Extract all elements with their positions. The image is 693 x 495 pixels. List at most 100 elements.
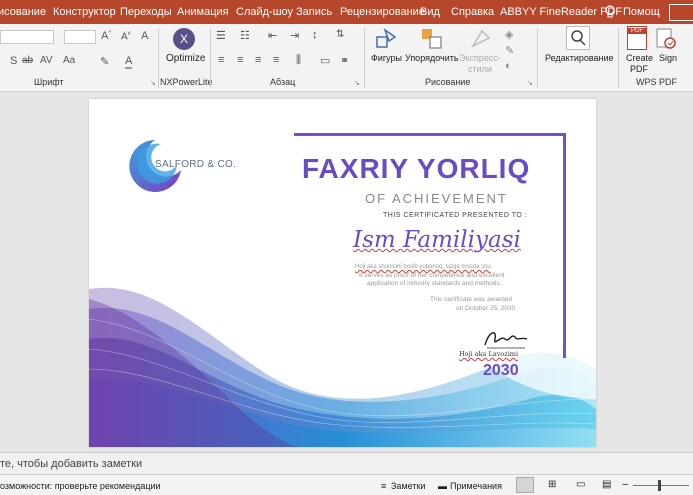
numbering-icon[interactable]: ☷: [240, 29, 250, 42]
shape-outline-icon[interactable]: ✎: [505, 44, 514, 57]
tab-transitions[interactable]: Переходы: [120, 6, 172, 18]
editing-button-frame[interactable]: [566, 26, 590, 50]
awarded-line-2: on October 25, 2030: [456, 305, 516, 312]
tell-me-input[interactable]: Помощ: [623, 6, 660, 18]
status-bar: озможности: проверьте рекомендации ≡ Зам…: [0, 474, 693, 495]
sign-icon: [656, 28, 676, 49]
clear-format-icon[interactable]: A: [141, 30, 148, 42]
divider: [158, 28, 159, 88]
font-group-label: Шрифт: [34, 77, 64, 87]
comments-icon: ▬: [438, 481, 447, 491]
shape-fill-icon[interactable]: ◈: [505, 28, 513, 41]
body-line-1: Hoji aka shunisini bosib yuborinq, sizga…: [355, 264, 491, 270]
certificate-subtitle: OF ACHIEVEMENT: [365, 191, 508, 206]
tab-view[interactable]: Вид: [420, 6, 440, 18]
drawing-dialog-launcher-icon[interactable]: ↘: [527, 79, 533, 87]
slide-editing-area[interactable]: SALFORD & CO. FAXRIY YORLIQ OF ACHIEVEME…: [0, 92, 693, 452]
notes-toggle-button[interactable]: Заметки: [391, 481, 425, 491]
divider: [364, 28, 365, 88]
tab-review[interactable]: Рецензирование: [340, 6, 425, 18]
body-line-3: application of industry standards and me…: [367, 280, 502, 287]
optimize-button[interactable]: Optimize: [166, 53, 205, 64]
text-direction-icon[interactable]: ⇅: [336, 29, 344, 40]
decrease-font-icon[interactable]: Av: [121, 31, 131, 42]
signature-image: [484, 332, 528, 349]
reading-view-icon[interactable]: ▭: [576, 479, 585, 490]
company-name: SALFORD & CO.: [155, 159, 237, 170]
accessibility-status[interactable]: озможности: проверьте рекомендации: [0, 481, 161, 491]
bullets-icon[interactable]: ☰: [216, 29, 226, 42]
body-line-2: It serves as proof of her competence and…: [359, 272, 505, 279]
zoom-slider[interactable]: [633, 485, 689, 486]
notes-status-icon: ≡: [381, 481, 387, 491]
shape-effects-icon[interactable]: ◐: [505, 60, 512, 72]
zoom-out-icon[interactable]: −: [622, 479, 628, 491]
tab-animations[interactable]: Анимация: [177, 6, 229, 18]
drawing-group-label: Рисование: [425, 77, 471, 87]
zoom-slider-thumb[interactable]: [658, 480, 661, 491]
signer-name: Hoji aka Lavozimi: [459, 350, 519, 358]
lightbulb-icon[interactable]: [604, 5, 616, 19]
tab-help[interactable]: Справка: [451, 6, 494, 18]
strikethrough-s-icon[interactable]: S: [10, 55, 17, 67]
presented-to-label: THIS CERTIFICATED PRESENTED TO :: [383, 212, 528, 219]
tab-design[interactable]: Конструктор: [53, 6, 116, 18]
smartart-icon[interactable]: ⚭: [340, 54, 349, 67]
columns-icon[interactable]: ⫼: [296, 54, 301, 67]
create-pdf-icon: PDF: [627, 26, 647, 50]
font-color-icon[interactable]: A: [125, 55, 133, 69]
optimize-icon: X: [173, 28, 195, 50]
paragraph-dialog-launcher-icon[interactable]: ↘: [354, 79, 360, 87]
awarded-line-1: This certificate was awarded: [430, 296, 513, 303]
certificate-year: 2030: [483, 362, 519, 379]
notes-placeholder: те, чтобы добавить заметки: [0, 458, 143, 470]
tab-slideshow[interactable]: Слайд-шоу: [236, 6, 293, 18]
justify-icon[interactable]: ≡: [273, 54, 279, 66]
increase-indent-icon[interactable]: ⇥: [290, 29, 299, 42]
paragraph-group-label: Абзац: [270, 77, 296, 87]
font-size-select[interactable]: [64, 30, 96, 44]
certificate-title: FAXRIY YORLIQ: [302, 153, 531, 184]
arrange-button[interactable]: Упорядочить: [405, 53, 459, 63]
slide-certificate[interactable]: SALFORD & CO. FAXRIY YORLIQ OF ACHIEVEME…: [89, 99, 596, 447]
align-right-icon[interactable]: ≡: [255, 54, 261, 66]
ribbon-tab-bar: исование Конструктор Переходы Анимация С…: [0, 0, 693, 24]
comments-toggle-button[interactable]: Примечания: [450, 481, 502, 491]
svg-text:X: X: [180, 32, 188, 46]
quick-styles-button[interactable]: Экспресс-: [459, 53, 501, 63]
quick-styles-icon: [471, 29, 491, 48]
highlight-icon[interactable]: ✎: [100, 55, 109, 68]
char-spacing-icon[interactable]: AV: [40, 55, 53, 66]
align-text-icon[interactable]: ▭: [320, 54, 330, 67]
slideshow-view-icon[interactable]: ▤: [602, 479, 611, 490]
share-button[interactable]: [669, 4, 693, 21]
create-pdf-button[interactable]: Create: [626, 53, 653, 63]
divider: [537, 28, 538, 88]
recipient-name: Ism Familiyasi: [353, 227, 521, 253]
tab-record[interactable]: Запись: [296, 6, 332, 18]
line-spacing-icon[interactable]: ↕: [312, 29, 318, 41]
font-name-select[interactable]: [0, 30, 54, 44]
align-center-icon[interactable]: ≡: [237, 54, 243, 66]
nxpowerlite-group-label: NXPowerLite: [160, 77, 213, 87]
increase-font-icon[interactable]: A^: [101, 30, 111, 42]
strikethrough-icon[interactable]: ab: [22, 55, 33, 66]
slide-sorter-view-icon[interactable]: ⊞: [548, 479, 556, 490]
tab-drawing[interactable]: исование: [0, 6, 46, 18]
ribbon: A^ Av A S ab AV Aa ✎ A Шрифт ↘ X Optimiz…: [0, 24, 693, 92]
align-left-icon[interactable]: ≡: [218, 54, 224, 66]
font-dialog-launcher-icon[interactable]: ↘: [150, 79, 156, 87]
divider: [618, 28, 619, 88]
arrange-icon: [422, 29, 442, 49]
notes-pane[interactable]: те, чтобы добавить заметки: [0, 452, 693, 474]
shapes-button[interactable]: Фигуры: [371, 53, 402, 63]
decrease-indent-icon[interactable]: ⇤: [268, 29, 277, 42]
editing-button[interactable]: Редактирование: [545, 53, 614, 63]
normal-view-button[interactable]: [516, 477, 534, 493]
change-case-icon[interactable]: Aa: [63, 55, 75, 66]
search-icon: [571, 30, 586, 46]
sign-button[interactable]: Sign: [659, 53, 677, 63]
quick-styles-label-2: стили: [468, 64, 492, 74]
wps-pdf-group-label: WPS PDF: [636, 77, 678, 87]
shapes-icon: [376, 28, 397, 48]
